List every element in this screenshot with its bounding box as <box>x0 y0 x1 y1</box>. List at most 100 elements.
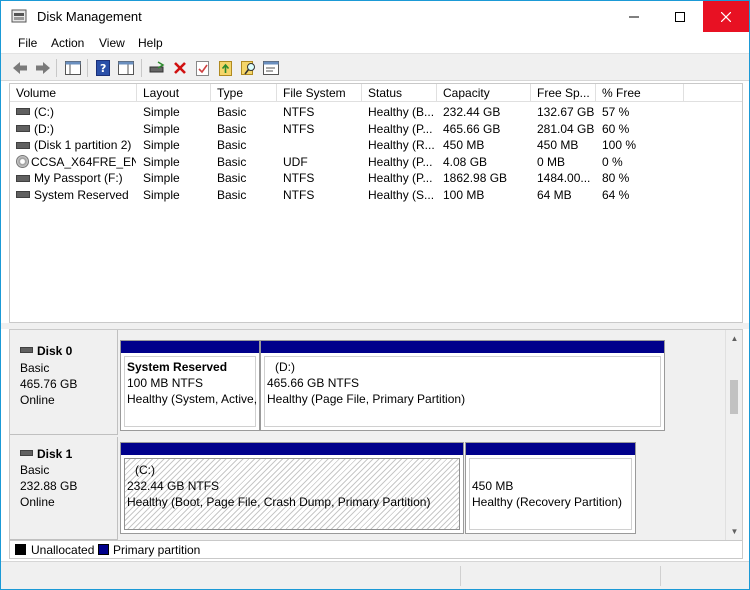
volume-icon <box>16 124 30 132</box>
partition-recovery[interactable]: 450 MB Healthy (Recovery Partition) <box>465 442 636 534</box>
column-header-free-space[interactable]: Free Sp... <box>531 84 596 102</box>
volume-cell-type: Basic <box>217 105 247 119</box>
volume-row[interactable]: (C:) Simple Basic NTFS Healthy (B... 232.44 G… <box>10 104 742 121</box>
primary-partition-bar <box>121 443 463 455</box>
partition-size: 465.66 GB NTFS <box>267 376 360 390</box>
volume-cell-pct: 100 % <box>602 138 637 153</box>
toolbar: ? <box>1 53 749 81</box>
volume-icon <box>16 191 30 199</box>
volume-cell-free: 0 MB <box>537 154 566 169</box>
volume-row[interactable]: My Passport (F:) Simple Basic NTFS Healthy (… <box>10 170 742 187</box>
forward-icon <box>36 62 50 74</box>
column-header-percent-free[interactable]: % Free <box>596 84 684 102</box>
primary-partition-swatch <box>98 544 109 555</box>
volume-cell-volume: System Reserved <box>16 187 136 204</box>
scroll-thumb[interactable] <box>730 380 738 414</box>
search-button[interactable] <box>240 59 258 77</box>
volume-row[interactable]: (Disk 1 partition 2) Simple Basic Healthy (… <box>10 137 742 154</box>
volume-cell-type: Basic <box>217 154 247 169</box>
status-cell-main <box>1 566 461 586</box>
column-header-status[interactable]: Status <box>362 84 437 102</box>
disk-0-state: Online <box>20 393 55 407</box>
menu-action[interactable]: Action <box>51 36 84 50</box>
volume-cell-capacity: 1862.98 GB <box>443 171 508 186</box>
forward-button[interactable] <box>34 59 52 77</box>
show-action-pane-button[interactable] <box>117 59 135 77</box>
partition-name: (D:) <box>275 360 295 374</box>
volume-cell-free: 64 MB <box>537 188 572 202</box>
partition-c[interactable]: (C:) 232.44 GB NTFS Healthy (Boot, Page … <box>120 442 464 534</box>
graphical-view-scrollbar[interactable]: ▲ ▼ <box>725 330 742 540</box>
volume-cell-status: Healthy (P... <box>368 171 433 186</box>
disk-1-state: Online <box>20 495 55 509</box>
disk-0-panel[interactable]: Disk 0 Basic 465.76 GB Online <box>10 330 118 435</box>
disk-management-app-icon <box>11 9 27 23</box>
menu-help[interactable]: Help <box>138 36 163 50</box>
action-pane-icon <box>118 61 134 75</box>
show-console-tree-button[interactable] <box>64 59 82 77</box>
primary-partition-bar <box>261 341 664 353</box>
column-header-type[interactable]: Type <box>211 84 277 102</box>
title-bar[interactable]: Disk Management <box>1 1 749 32</box>
volume-cell-status: Healthy (P... <box>368 121 433 136</box>
volume-cell-volume: (C:) <box>16 104 136 121</box>
volume-cell-layout: Simple <box>143 171 180 186</box>
check-disk-button[interactable] <box>194 59 212 77</box>
delete-button[interactable] <box>171 59 189 77</box>
maximize-button[interactable] <box>657 1 703 32</box>
disk-0-label: Disk 0 <box>20 344 72 358</box>
properties-button[interactable] <box>262 59 280 77</box>
disk-1-panel[interactable]: Disk 1 Basic 232.88 GB Online <box>10 437 118 540</box>
disk-1-type: Basic <box>20 463 50 477</box>
volume-cell-volume: (D:) <box>16 121 136 138</box>
disk-management-window: Disk Management File Action View Help ? <box>0 0 750 590</box>
volume-list[interactable]: Volume Layout Type File System Status Ca… <box>9 83 743 323</box>
partition-status: Healthy (Page File, Primary Partition) <box>267 392 466 406</box>
back-button[interactable] <box>11 59 29 77</box>
menu-bar: File Action View Help <box>1 32 749 53</box>
column-header-layout[interactable]: Layout <box>137 84 211 102</box>
svg-text:?: ? <box>100 62 106 75</box>
primary-partition-bar <box>466 443 635 455</box>
column-header-volume[interactable]: Volume <box>10 84 137 102</box>
volume-cell-fs <box>283 137 362 154</box>
disk-icon <box>20 449 33 456</box>
volume-icon <box>16 108 30 116</box>
menu-file[interactable]: File <box>18 36 37 50</box>
volume-row[interactable]: System Reserved Simple Basic NTFS Healthy (S… <box>10 187 742 204</box>
scroll-down-icon[interactable]: ▼ <box>726 523 743 540</box>
column-header-capacity[interactable]: Capacity <box>437 84 531 102</box>
minimize-button[interactable] <box>611 1 657 32</box>
menu-view[interactable]: View <box>99 36 125 50</box>
disk-0-type: Basic <box>20 361 50 375</box>
disk-graphical-view: Disk 0 Basic 465.76 GB Online System Res… <box>9 329 743 541</box>
volume-cell-layout: Simple <box>143 154 180 169</box>
rescan-disks-button[interactable] <box>217 59 235 77</box>
connect-virtual-disk-button[interactable] <box>148 59 166 77</box>
properties-icon <box>263 61 279 75</box>
volume-cell-status: Healthy (B... <box>368 105 435 119</box>
help-button[interactable]: ? <box>94 59 112 77</box>
volume-cell-layout: Simple <box>143 188 180 202</box>
close-button[interactable] <box>703 1 749 32</box>
volume-cell-capacity: 100 MB <box>443 188 485 202</box>
column-header-file-system[interactable]: File System <box>277 84 362 102</box>
volume-row[interactable]: (D:) Simple Basic NTFS Healthy (P... 465.66 G… <box>10 121 742 138</box>
partition-system-reserved[interactable]: System Reserved 100 MB NTFS Healthy (Sys… <box>120 340 260 431</box>
disk-1-size: 232.88 GB <box>20 479 78 493</box>
check-icon <box>196 61 209 76</box>
volume-cell-fs: NTFS <box>283 188 315 202</box>
volume-cell-volume: My Passport (F:) <box>16 170 136 187</box>
optical-disc-icon <box>16 155 29 169</box>
legend-primary-partition: Primary partition <box>113 543 201 557</box>
partition-name: (C:) <box>135 463 155 477</box>
volume-cell-status: Healthy (R... <box>368 138 435 153</box>
volume-row[interactable]: CCSA_X64FRE_EN-... Simple Basic UDF Healthy … <box>10 154 742 171</box>
volume-cell-capacity: 450 MB <box>443 138 485 153</box>
scroll-up-icon[interactable]: ▲ <box>726 330 743 347</box>
primary-partition-bar <box>121 341 259 353</box>
rescan-icon <box>219 61 232 76</box>
partition-name: System Reserved <box>127 360 228 374</box>
volume-cell-fs: NTFS <box>283 171 315 186</box>
partition-d[interactable]: (D:) 465.66 GB NTFS Healthy (Page File, … <box>260 340 665 431</box>
